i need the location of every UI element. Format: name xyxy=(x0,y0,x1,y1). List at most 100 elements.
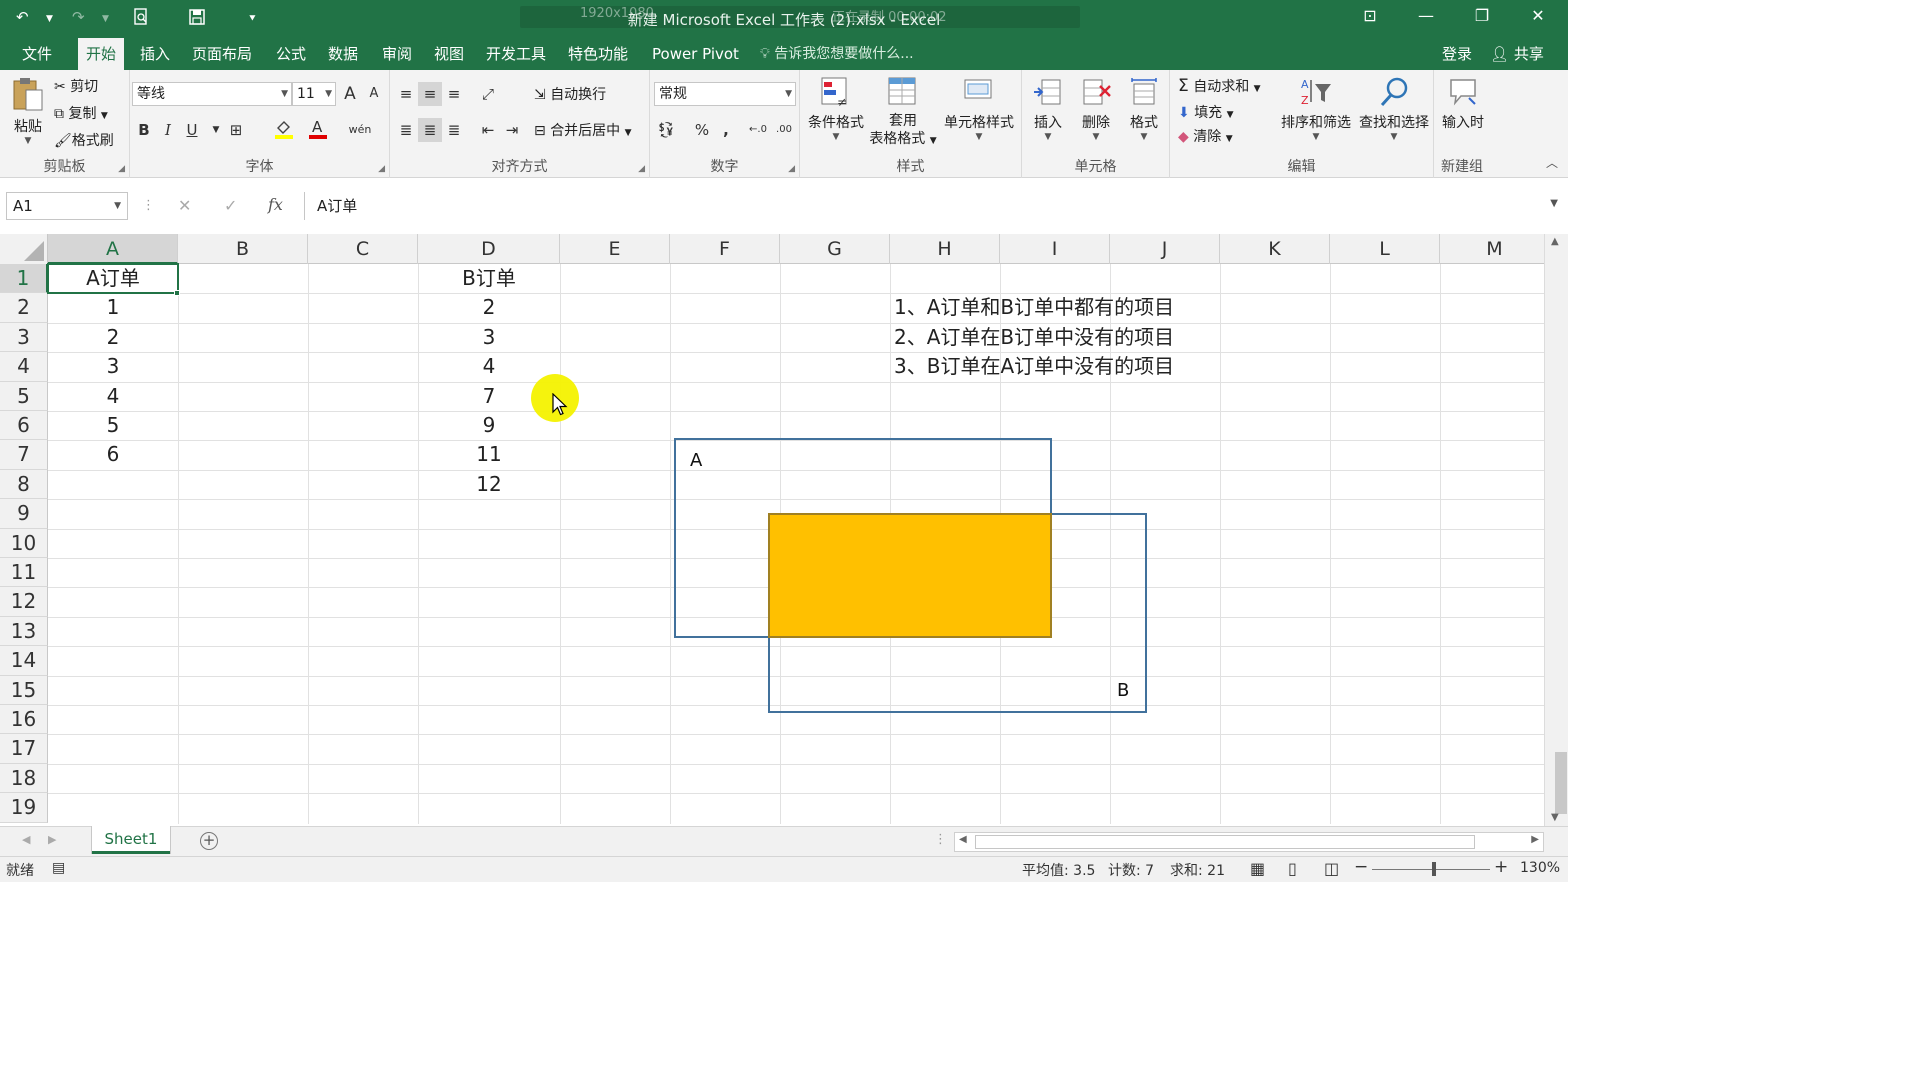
align-middle-icon[interactable]: ≡ xyxy=(418,82,442,106)
sort-filter-button[interactable]: AZ 排序和筛选 ▼ xyxy=(1276,76,1356,142)
cell-a2[interactable]: 1 xyxy=(48,293,178,322)
autosum-button[interactable]: Σ 自动求和 ▼ xyxy=(1178,76,1261,96)
clear-button[interactable]: ◆ 清除 ▼ xyxy=(1178,126,1233,146)
horizontal-scrollbar[interactable]: ◀ ▶ xyxy=(954,832,1544,852)
column-header-c[interactable]: C xyxy=(308,234,418,264)
row-header-19[interactable]: 19 xyxy=(0,793,48,823)
tell-me-box[interactable]: 💡︎ 告诉我您想要做什么... xyxy=(760,38,914,70)
row-header-18[interactable]: 18 xyxy=(0,763,48,794)
wrap-text-button[interactable]: ⇲ 自动换行 xyxy=(534,84,606,104)
italic-button[interactable]: I xyxy=(156,118,180,142)
orientation-icon[interactable]: ⤢ xyxy=(476,82,500,106)
cell-d4[interactable]: 4 xyxy=(418,352,560,381)
paste-button[interactable]: 粘贴 ▼ xyxy=(8,76,48,146)
fill-button[interactable]: ⬇ 填充 ▼ xyxy=(1178,102,1234,122)
vertical-scrollbar[interactable]: ▲ ▼ xyxy=(1544,234,1568,830)
close-icon[interactable]: ✕ xyxy=(1518,6,1558,25)
number-launcher-icon[interactable]: ◢ xyxy=(788,164,795,174)
row-header-10[interactable]: 10 xyxy=(0,528,48,558)
comma-button[interactable]: , xyxy=(714,118,738,142)
column-header-g[interactable]: G xyxy=(780,234,890,264)
horizontal-scroll-thumb[interactable] xyxy=(975,835,1475,849)
status-sum[interactable]: 求和: 21 xyxy=(1170,860,1225,880)
tab-review[interactable]: 审阅 xyxy=(374,38,420,70)
select-all-button[interactable] xyxy=(0,234,48,264)
status-count[interactable]: 计数: 7 xyxy=(1108,860,1154,880)
row-header-8[interactable]: 8 xyxy=(0,469,48,500)
decrease-decimal-icon[interactable]: .00 xyxy=(772,118,796,142)
tab-file[interactable]: 文件 xyxy=(14,38,60,70)
worksheet-grid[interactable]: A B C D E F G H I J K L M 1 2 3 4 5 6 7 … xyxy=(0,234,1544,824)
cell-d1[interactable]: B订单 xyxy=(418,264,560,293)
tab-insert[interactable]: 插入 xyxy=(132,38,178,70)
cell-a6[interactable]: 5 xyxy=(48,411,178,440)
copy-button[interactable]: ⧉ 复制 ▼ xyxy=(54,103,108,123)
share-button[interactable]: 👤︎ 共享 xyxy=(1490,38,1544,70)
bold-button[interactable]: B xyxy=(132,118,156,142)
scroll-down-icon[interactable]: ▼ xyxy=(1551,812,1559,823)
phonetic-button[interactable]: wén xyxy=(348,118,372,142)
tab-page-layout[interactable]: 页面布局 xyxy=(184,38,260,70)
normal-view-icon[interactable]: ▦ xyxy=(1250,859,1265,878)
cut-button[interactable]: ✂ 剪切 xyxy=(54,76,98,96)
name-box[interactable]: A1 ▼ xyxy=(6,192,128,220)
tab-special[interactable]: 特色功能 xyxy=(560,38,636,70)
minimize-icon[interactable]: — xyxy=(1406,6,1446,25)
cancel-icon[interactable]: ✕ xyxy=(178,196,191,215)
tab-view[interactable]: 视图 xyxy=(426,38,472,70)
row-header-17[interactable]: 17 xyxy=(0,734,48,764)
formula-bar-splitter-icon[interactable]: ⋮ xyxy=(142,198,155,213)
macro-record-icon[interactable]: ▤ xyxy=(52,860,65,876)
font-size-combo[interactable]: 11 ▼ xyxy=(292,82,336,106)
column-header-e[interactable]: E xyxy=(560,234,670,264)
column-header-f[interactable]: F xyxy=(670,234,780,264)
tab-developer[interactable]: 开发工具 xyxy=(478,38,554,70)
clipboard-launcher-icon[interactable]: ◢ xyxy=(118,164,125,174)
cell-a5[interactable]: 4 xyxy=(48,382,178,411)
align-left-icon[interactable]: ≣ xyxy=(394,118,418,142)
row-header-16[interactable]: 16 xyxy=(0,705,48,735)
scroll-up-icon[interactable]: ▲ xyxy=(1551,236,1559,247)
tab-splitter-icon[interactable]: ⋮ xyxy=(934,832,947,847)
formula-input[interactable]: A订单 xyxy=(304,192,1560,220)
format-cells-button[interactable]: 格式 ▼ xyxy=(1124,76,1164,142)
decrease-indent-icon[interactable]: ⇤ xyxy=(476,118,500,142)
grow-font-button[interactable]: A xyxy=(338,82,362,106)
insert-function-icon[interactable]: fx xyxy=(268,195,283,214)
row-header-13[interactable]: 13 xyxy=(0,616,48,647)
shape-overlap[interactable] xyxy=(768,513,1052,638)
row-header-11[interactable]: 11 xyxy=(0,558,48,588)
cell-a3[interactable]: 2 xyxy=(48,323,178,352)
page-layout-view-icon[interactable]: ▯ xyxy=(1288,859,1297,878)
column-header-l[interactable]: L xyxy=(1330,234,1440,264)
format-painter-button[interactable]: 🖌︎格式刷 xyxy=(54,130,114,150)
align-top-icon[interactable]: ≡ xyxy=(394,82,418,106)
scroll-sheets-left-icon[interactable]: ◀ xyxy=(22,833,30,846)
increase-indent-icon[interactable]: ⇥ xyxy=(500,118,524,142)
find-select-button[interactable]: 查找和选择 ▼ xyxy=(1354,76,1434,142)
percent-button[interactable]: % xyxy=(690,118,714,142)
increase-decimal-icon[interactable]: ←.0 xyxy=(746,118,770,142)
scroll-right-icon[interactable]: ▶ xyxy=(1531,834,1539,845)
add-sheet-icon[interactable]: + xyxy=(200,832,218,850)
align-right-icon[interactable]: ≣ xyxy=(442,118,466,142)
font-launcher-icon[interactable]: ◢ xyxy=(378,164,385,174)
expand-formula-bar-icon[interactable]: ▼ xyxy=(1550,198,1558,209)
cell-a7[interactable]: 6 xyxy=(48,440,178,469)
column-header-d[interactable]: D xyxy=(418,234,560,264)
format-as-table-button[interactable]: 套用 表格格式 ▼ xyxy=(866,76,940,150)
input-time-button[interactable]: 输入时 xyxy=(1438,76,1488,132)
conditional-format-button[interactable]: ≠ 条件格式 ▼ xyxy=(804,76,868,142)
shrink-font-button[interactable]: A xyxy=(362,82,386,106)
align-center-icon[interactable]: ≣ xyxy=(418,118,442,142)
collapse-ribbon-icon[interactable]: ︿ xyxy=(1546,154,1558,171)
row-header-7[interactable]: 7 xyxy=(0,440,48,470)
tab-power-pivot[interactable]: Power Pivot xyxy=(644,38,747,70)
delete-cells-button[interactable]: 删除 ▼ xyxy=(1076,76,1116,142)
zoom-out-icon[interactable]: − xyxy=(1354,857,1368,877)
cell-a4[interactable]: 3 xyxy=(48,352,178,381)
cell-d2[interactable]: 2 xyxy=(418,293,560,322)
fill-color-button[interactable] xyxy=(272,118,296,142)
currency-icon[interactable]: 💱︎ xyxy=(654,118,678,142)
column-header-i[interactable]: I xyxy=(1000,234,1110,264)
